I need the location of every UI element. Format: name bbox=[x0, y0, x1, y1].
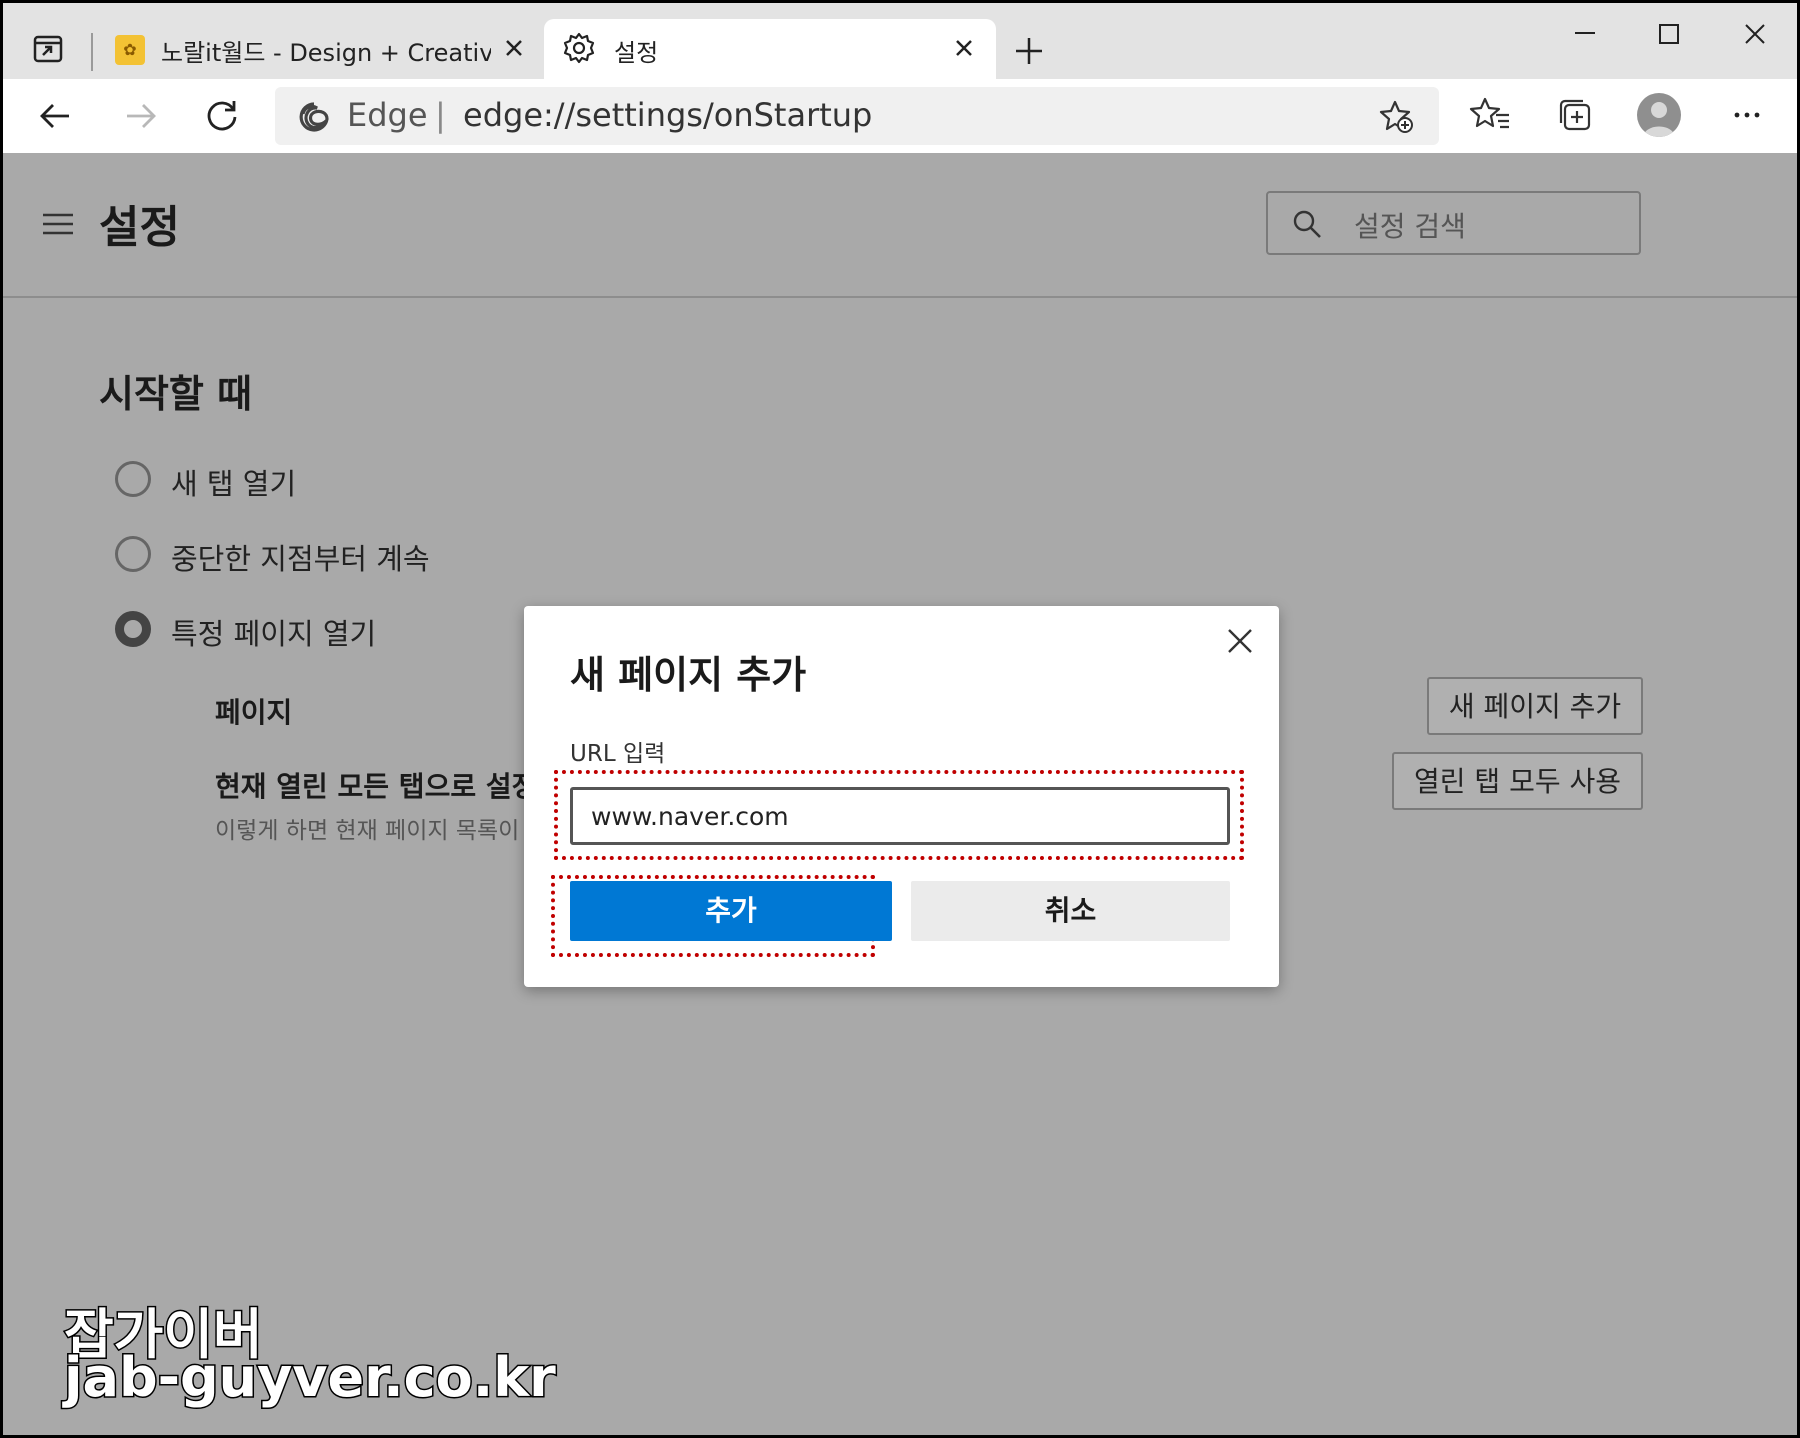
address-separator: | bbox=[435, 96, 446, 134]
back-icon[interactable] bbox=[35, 95, 77, 137]
url-label: URL 입력 bbox=[570, 741, 666, 767]
search-placeholder: 설정 검색 bbox=[1354, 210, 1466, 243]
page-title: 설정 bbox=[99, 202, 180, 253]
profile-avatar[interactable] bbox=[1637, 93, 1681, 137]
pages-label: 페이지 bbox=[215, 696, 293, 729]
more-icon[interactable] bbox=[1725, 93, 1769, 137]
navigation-bar: Edge | edge://settings/onStartup bbox=[3, 79, 1797, 153]
favorites-icon[interactable] bbox=[1469, 93, 1513, 137]
add-button[interactable]: 추가 bbox=[570, 881, 892, 941]
watermark-site: jab-guyver.co.kr bbox=[63, 1345, 558, 1411]
add-page-dialog: 새 페이지 추가 URL 입력 추가 취소 bbox=[524, 606, 1279, 987]
browser-window: ✿ 노랄it월드 - Design + Creative + 설정 bbox=[3, 3, 1797, 1435]
forward-icon[interactable] bbox=[119, 95, 161, 137]
address-brand: Edge bbox=[347, 96, 428, 134]
section-heading: 시작할 때 bbox=[99, 372, 253, 416]
tab-noral-it-world[interactable]: ✿ 노랄it월드 - Design + Creative + bbox=[99, 19, 539, 79]
tab-settings[interactable]: 설정 bbox=[544, 19, 996, 79]
radio-button-checked[interactable] bbox=[115, 611, 151, 647]
new-tab-icon[interactable] bbox=[1011, 33, 1047, 69]
add-favorite-icon[interactable] bbox=[1379, 99, 1415, 135]
collections-icon[interactable] bbox=[1553, 93, 1597, 137]
use-all-tabs-button[interactable]: 열린 탭 모두 사용 bbox=[1392, 752, 1643, 810]
radio-label: 특정 페이지 열기 bbox=[171, 617, 377, 651]
dialog-title: 새 페이지 추가 bbox=[570, 653, 807, 697]
radio-button[interactable] bbox=[115, 461, 151, 497]
tab-title: 설정 bbox=[614, 39, 659, 67]
tab-divider bbox=[91, 33, 93, 71]
address-bar[interactable]: Edge | edge://settings/onStartup bbox=[275, 87, 1439, 145]
current-tabs-label: 현재 열린 모든 탭으로 설정 bbox=[215, 770, 538, 803]
cancel-button[interactable]: 취소 bbox=[911, 881, 1230, 941]
radio-label: 새 탭 열기 bbox=[171, 467, 297, 501]
refresh-icon[interactable] bbox=[201, 95, 243, 137]
close-icon[interactable] bbox=[1225, 626, 1255, 656]
settings-search[interactable]: 설정 검색 bbox=[1266, 191, 1641, 255]
maximize-icon[interactable] bbox=[1649, 21, 1689, 51]
close-window-icon[interactable] bbox=[1735, 21, 1775, 51]
menu-icon[interactable] bbox=[41, 211, 75, 237]
radio-button[interactable] bbox=[115, 536, 151, 572]
address-url[interactable]: edge://settings/onStartup bbox=[463, 96, 872, 134]
url-input[interactable] bbox=[570, 787, 1230, 845]
radio-label: 중단한 지점부터 계속 bbox=[171, 542, 430, 576]
tab-actions-icon[interactable] bbox=[31, 31, 67, 67]
add-page-button[interactable]: 새 페이지 추가 bbox=[1427, 677, 1643, 735]
gear-icon bbox=[562, 31, 596, 65]
settings-header: 설정 설정 검색 bbox=[3, 153, 1797, 298]
search-icon bbox=[1292, 209, 1322, 239]
minimize-icon[interactable] bbox=[1565, 21, 1605, 51]
close-tab-icon[interactable] bbox=[499, 33, 529, 63]
tab-title: 노랄it월드 - Design + Creative + bbox=[161, 39, 491, 67]
edge-logo-icon bbox=[299, 102, 329, 132]
current-tabs-description: 이렇게 하면 현재 페이지 목록이 bbox=[215, 818, 520, 844]
close-tab-icon[interactable] bbox=[949, 33, 979, 63]
tab-bar: ✿ 노랄it월드 - Design + Creative + 설정 bbox=[3, 3, 1797, 79]
favicon-icon: ✿ bbox=[115, 35, 145, 65]
